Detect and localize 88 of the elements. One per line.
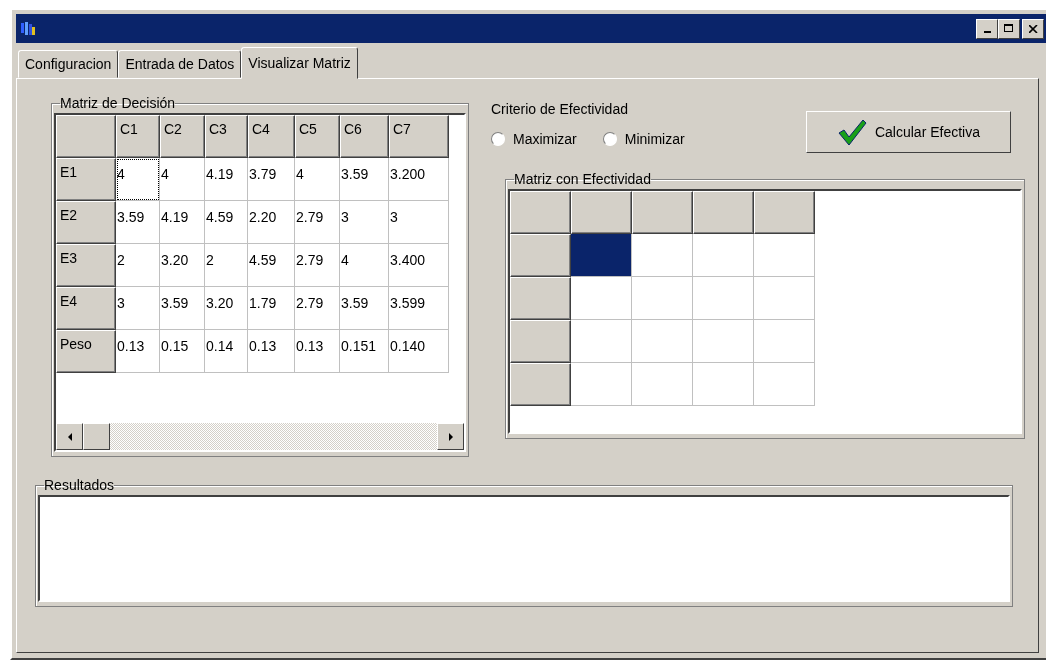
row-header: E3 bbox=[56, 244, 116, 287]
left-arrow-icon bbox=[67, 432, 72, 441]
table-cell[interactable] bbox=[693, 277, 754, 320]
column-header: C5 bbox=[295, 115, 340, 158]
table-cell[interactable]: 0.13 bbox=[248, 330, 295, 373]
row-header: E4 bbox=[56, 287, 116, 330]
maximize-icon bbox=[1004, 24, 1014, 33]
table-cell[interactable] bbox=[632, 277, 693, 320]
radio-option[interactable]: Maximizar bbox=[491, 131, 577, 147]
table-cell[interactable] bbox=[632, 320, 693, 363]
table-cell[interactable] bbox=[754, 234, 815, 277]
table-cell[interactable]: 3 bbox=[116, 287, 160, 330]
table-cell[interactable]: 4.59 bbox=[205, 201, 248, 244]
minimize-icon bbox=[983, 30, 991, 33]
group-title: Matriz con Efectividad bbox=[514, 171, 651, 187]
table-cell[interactable]: 4.59 bbox=[248, 244, 295, 287]
column-header: C4 bbox=[248, 115, 295, 158]
table-cell[interactable]: 1.79 bbox=[248, 287, 295, 330]
scroll-right-button[interactable] bbox=[437, 423, 464, 450]
tab[interactable]: Visualizar Matriz bbox=[241, 47, 358, 79]
row-header: E2 bbox=[56, 201, 116, 244]
table-cell[interactable] bbox=[632, 234, 693, 277]
table-cell[interactable]: 4.19 bbox=[205, 158, 248, 201]
table-cell[interactable]: 3.599 bbox=[389, 287, 449, 330]
close-icon bbox=[1028, 24, 1038, 33]
checkmark-icon bbox=[836, 118, 867, 146]
horizontal-scrollbar[interactable] bbox=[56, 423, 464, 450]
table-cell[interactable] bbox=[571, 234, 632, 277]
group-title: Matriz de Decisión bbox=[60, 95, 176, 111]
table-cell[interactable]: 0.13 bbox=[116, 330, 160, 373]
radio-option[interactable]: Minimizar bbox=[602, 131, 685, 147]
table-cell[interactable] bbox=[754, 320, 815, 363]
table-cell[interactable]: 2.79 bbox=[295, 287, 340, 330]
table-cell[interactable]: 3.20 bbox=[160, 244, 205, 287]
table-cell[interactable]: 2.20 bbox=[248, 201, 295, 244]
app-icon bbox=[20, 20, 36, 37]
table-cell[interactable]: 4 bbox=[116, 158, 160, 201]
table-cell[interactable] bbox=[571, 363, 632, 406]
scroll-left-button[interactable] bbox=[56, 423, 83, 450]
table-cell[interactable]: 3.59 bbox=[116, 201, 160, 244]
criterion-label: Criterio de Efectividad bbox=[491, 101, 629, 117]
table-cell[interactable]: 2 bbox=[116, 244, 160, 287]
table-cell[interactable]: 4.19 bbox=[160, 201, 205, 244]
column-header: C7 bbox=[389, 115, 449, 158]
table-cell[interactable] bbox=[693, 363, 754, 406]
table-cell[interactable] bbox=[693, 234, 754, 277]
table-cell[interactable] bbox=[693, 320, 754, 363]
row-header: E1 bbox=[56, 158, 116, 201]
table-cell[interactable]: 2.79 bbox=[295, 244, 340, 287]
tab[interactable]: Configuracion bbox=[18, 50, 119, 78]
right-arrow-icon bbox=[448, 432, 453, 441]
table-cell[interactable]: 0.13 bbox=[295, 330, 340, 373]
table-cell[interactable] bbox=[571, 277, 632, 320]
table-cell[interactable] bbox=[754, 363, 815, 406]
table-cell[interactable]: 3 bbox=[389, 201, 449, 244]
table-cell[interactable]: 0.14 bbox=[205, 330, 248, 373]
table-cell[interactable]: 3.200 bbox=[389, 158, 449, 201]
table-cell[interactable]: 3.59 bbox=[340, 287, 389, 330]
table-cell[interactable]: 3.59 bbox=[160, 287, 205, 330]
table-cell[interactable]: 3.79 bbox=[248, 158, 295, 201]
minimize-button[interactable] bbox=[976, 18, 998, 39]
column-header: C3 bbox=[205, 115, 248, 158]
row-header: Peso bbox=[56, 330, 116, 373]
table-cell[interactable]: 4 bbox=[340, 244, 389, 287]
table-cell[interactable] bbox=[632, 363, 693, 406]
table-cell[interactable] bbox=[571, 320, 632, 363]
tab[interactable]: Entrada de Datos bbox=[118, 50, 242, 78]
table-cell[interactable] bbox=[754, 277, 815, 320]
results-text-area[interactable] bbox=[38, 495, 1010, 602]
table-cell[interactable]: 0.140 bbox=[389, 330, 449, 373]
table-cell[interactable]: 3.20 bbox=[205, 287, 248, 330]
table-cell[interactable]: 0.151 bbox=[340, 330, 389, 373]
table-cell[interactable]: 4 bbox=[160, 158, 205, 201]
column-header: C2 bbox=[160, 115, 205, 158]
calculate-button[interactable]: Calcular Efectiva bbox=[806, 111, 1011, 153]
scroll-thumb[interactable] bbox=[83, 423, 110, 450]
group-title: Resultados bbox=[44, 477, 115, 493]
close-button[interactable] bbox=[1022, 18, 1044, 39]
table-cell[interactable]: 2 bbox=[205, 244, 248, 287]
table-cell[interactable]: 0.15 bbox=[160, 330, 205, 373]
table-cell[interactable]: 4 bbox=[295, 158, 340, 201]
column-header: C6 bbox=[340, 115, 389, 158]
maximize-button[interactable] bbox=[998, 18, 1020, 39]
table-cell[interactable]: 3.59 bbox=[340, 158, 389, 201]
table-cell[interactable]: 3 bbox=[340, 201, 389, 244]
table-cell[interactable]: 3.400 bbox=[389, 244, 449, 287]
column-header: C1 bbox=[116, 115, 160, 158]
table-cell[interactable]: 2.79 bbox=[295, 201, 340, 244]
